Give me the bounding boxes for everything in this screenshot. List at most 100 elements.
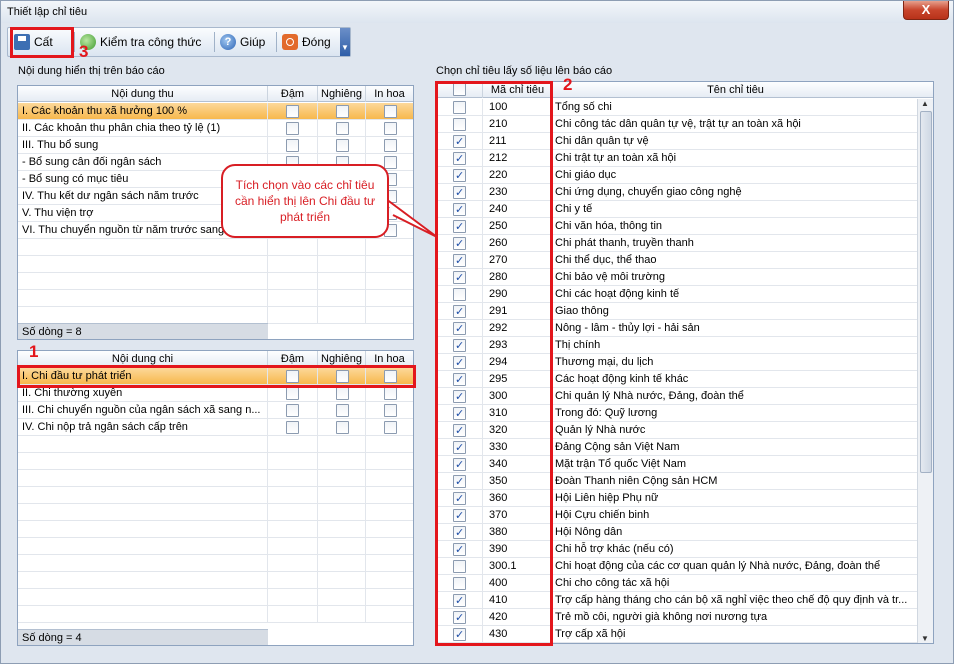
row-checkbox[interactable] bbox=[453, 389, 466, 405]
table-row[interactable]: 310Trong đó: Quỹ lương bbox=[436, 405, 933, 422]
table-row[interactable]: 270Chi thể dục, thể thao bbox=[436, 252, 933, 269]
table-row[interactable] bbox=[18, 504, 413, 521]
col-header-uppercase[interactable]: In hoa bbox=[366, 86, 413, 102]
select-all-checkbox[interactable] bbox=[453, 83, 466, 96]
bold-checkbox[interactable] bbox=[286, 387, 299, 400]
italic-checkbox[interactable] bbox=[336, 105, 349, 118]
table-row[interactable]: 330Đảng Cộng sản Việt Nam bbox=[436, 439, 933, 456]
row-checkbox[interactable] bbox=[453, 474, 466, 490]
uppercase-checkbox[interactable] bbox=[384, 105, 397, 118]
table-row[interactable]: 250Chi văn hóa, thông tin bbox=[436, 218, 933, 235]
col-header-italic[interactable]: Nghiêng bbox=[318, 86, 366, 102]
row-checkbox[interactable] bbox=[453, 577, 466, 590]
table-row[interactable]: 230Chi ứng dụng, chuyển giao công nghệ bbox=[436, 184, 933, 201]
table-row[interactable] bbox=[18, 470, 413, 487]
col-header-name[interactable]: Tên chỉ tiêu bbox=[553, 82, 918, 98]
row-checkbox[interactable] bbox=[453, 219, 466, 235]
table-row[interactable] bbox=[18, 239, 413, 256]
table-row[interactable]: 280Chi bảo vệ môi trường bbox=[436, 269, 933, 286]
col-header-uppercase[interactable]: In hoa bbox=[366, 351, 413, 367]
table-row[interactable]: 290 Chi các hoạt động kinh tế bbox=[436, 286, 933, 303]
table-row[interactable] bbox=[18, 487, 413, 504]
scroll-up-icon[interactable]: ▲ bbox=[921, 99, 929, 108]
table-row[interactable]: 100 Tổng số chi bbox=[436, 99, 933, 116]
col-header-code[interactable]: Mã chỉ tiêu bbox=[483, 82, 553, 98]
table-row[interactable]: 430Trợ cấp xã hội bbox=[436, 626, 933, 643]
table-row[interactable] bbox=[18, 521, 413, 538]
table-row[interactable] bbox=[18, 606, 413, 623]
row-checkbox[interactable] bbox=[453, 253, 466, 269]
italic-checkbox[interactable] bbox=[336, 387, 349, 400]
col-header-bold[interactable]: Đậm bbox=[268, 351, 318, 367]
row-checkbox[interactable] bbox=[453, 134, 466, 150]
table-row[interactable]: III. Chi chuyển nguồn của ngân sách xã s… bbox=[18, 402, 413, 419]
table-row[interactable] bbox=[18, 290, 413, 307]
table-row[interactable]: 410Trợ cấp hàng tháng cho cán bộ xã nghỉ… bbox=[436, 592, 933, 609]
table-row[interactable]: III. Thu bổ sung bbox=[18, 137, 413, 154]
help-button[interactable]: ? Giúp bbox=[220, 31, 265, 53]
row-checkbox[interactable] bbox=[453, 542, 466, 558]
uppercase-checkbox[interactable] bbox=[384, 421, 397, 434]
col-header-italic[interactable]: Nghiêng bbox=[318, 351, 366, 367]
uppercase-checkbox[interactable] bbox=[384, 139, 397, 152]
row-checkbox[interactable] bbox=[453, 560, 466, 573]
table-row[interactable]: I. Các khoản thu xã hưởng 100 % bbox=[18, 103, 413, 120]
check-formula-button[interactable]: Kiểm tra công thức bbox=[80, 31, 201, 53]
table-row[interactable]: 380Hội Nông dân bbox=[436, 524, 933, 541]
row-checkbox[interactable] bbox=[453, 338, 466, 354]
table-row[interactable]: 340Mặt trận Tổ quốc Việt Nam bbox=[436, 456, 933, 473]
table-row[interactable]: 400 Chi cho công tác xã hội bbox=[436, 575, 933, 592]
row-checkbox[interactable] bbox=[453, 423, 466, 439]
bold-checkbox[interactable] bbox=[286, 139, 299, 152]
row-checkbox[interactable] bbox=[453, 525, 466, 541]
row-checkbox[interactable] bbox=[453, 202, 466, 218]
bold-checkbox[interactable] bbox=[286, 122, 299, 135]
scroll-down-icon[interactable]: ▼ bbox=[921, 634, 929, 643]
table-row[interactable]: 420Trẻ mồ côi, người già không nơi nương… bbox=[436, 609, 933, 626]
bold-checkbox[interactable] bbox=[286, 421, 299, 434]
table-row[interactable]: 370Hội Cựu chiến binh bbox=[436, 507, 933, 524]
italic-checkbox[interactable] bbox=[336, 139, 349, 152]
row-checkbox[interactable] bbox=[453, 610, 466, 626]
bold-checkbox[interactable] bbox=[286, 404, 299, 417]
bold-checkbox[interactable] bbox=[286, 370, 299, 383]
table-row[interactable]: 212Chi trật tự an toàn xã hội bbox=[436, 150, 933, 167]
row-checkbox[interactable] bbox=[453, 304, 466, 320]
row-checkbox[interactable] bbox=[453, 151, 466, 167]
table-row[interactable] bbox=[18, 436, 413, 453]
row-checkbox[interactable] bbox=[453, 168, 466, 184]
table-row[interactable]: 211Chi dân quân tự vệ bbox=[436, 133, 933, 150]
table-row[interactable]: 300Chi quản lý Nhà nước, Đảng, đoàn thể bbox=[436, 388, 933, 405]
table-row[interactable]: 320Quản lý Nhà nước bbox=[436, 422, 933, 439]
row-checkbox[interactable] bbox=[453, 118, 466, 131]
table-row[interactable] bbox=[18, 538, 413, 555]
row-checkbox[interactable] bbox=[453, 593, 466, 609]
table-row[interactable]: I. Chi đầu tư phát triển bbox=[18, 368, 413, 385]
col-header-bold[interactable]: Đậm bbox=[268, 86, 318, 102]
table-row[interactable]: 291Giao thông bbox=[436, 303, 933, 320]
close-button[interactable]: Đóng bbox=[282, 31, 331, 53]
row-checkbox[interactable] bbox=[453, 508, 466, 524]
table-row[interactable] bbox=[18, 589, 413, 606]
row-checkbox[interactable] bbox=[453, 288, 466, 301]
row-checkbox[interactable] bbox=[453, 185, 466, 201]
row-checkbox[interactable] bbox=[453, 406, 466, 422]
table-row[interactable]: 350Đoàn Thanh niên Cộng sản HCM bbox=[436, 473, 933, 490]
table-row[interactable]: 295Các hoạt động kinh tế khác bbox=[436, 371, 933, 388]
uppercase-checkbox[interactable] bbox=[384, 387, 397, 400]
row-checkbox[interactable] bbox=[453, 457, 466, 473]
table-row[interactable]: 300.1 Chi hoạt động của các cơ quan quản … bbox=[436, 558, 933, 575]
window-close-button[interactable]: X bbox=[903, 1, 949, 20]
row-checkbox[interactable] bbox=[453, 440, 466, 456]
table-row[interactable]: 294Thương mại, du lịch bbox=[436, 354, 933, 371]
table-row[interactable]: 240Chi y tế bbox=[436, 201, 933, 218]
italic-checkbox[interactable] bbox=[336, 404, 349, 417]
table-row[interactable]: 293Thị chính bbox=[436, 337, 933, 354]
toolbar-overflow-button[interactable]: ▼ bbox=[340, 28, 350, 56]
table-row[interactable]: 360Hội Liên hiệp Phụ nữ bbox=[436, 490, 933, 507]
italic-checkbox[interactable] bbox=[336, 421, 349, 434]
table-row[interactable] bbox=[18, 307, 413, 324]
italic-checkbox[interactable] bbox=[336, 370, 349, 383]
table-row[interactable]: 220Chi giáo dục bbox=[436, 167, 933, 184]
table-row[interactable] bbox=[18, 273, 413, 290]
